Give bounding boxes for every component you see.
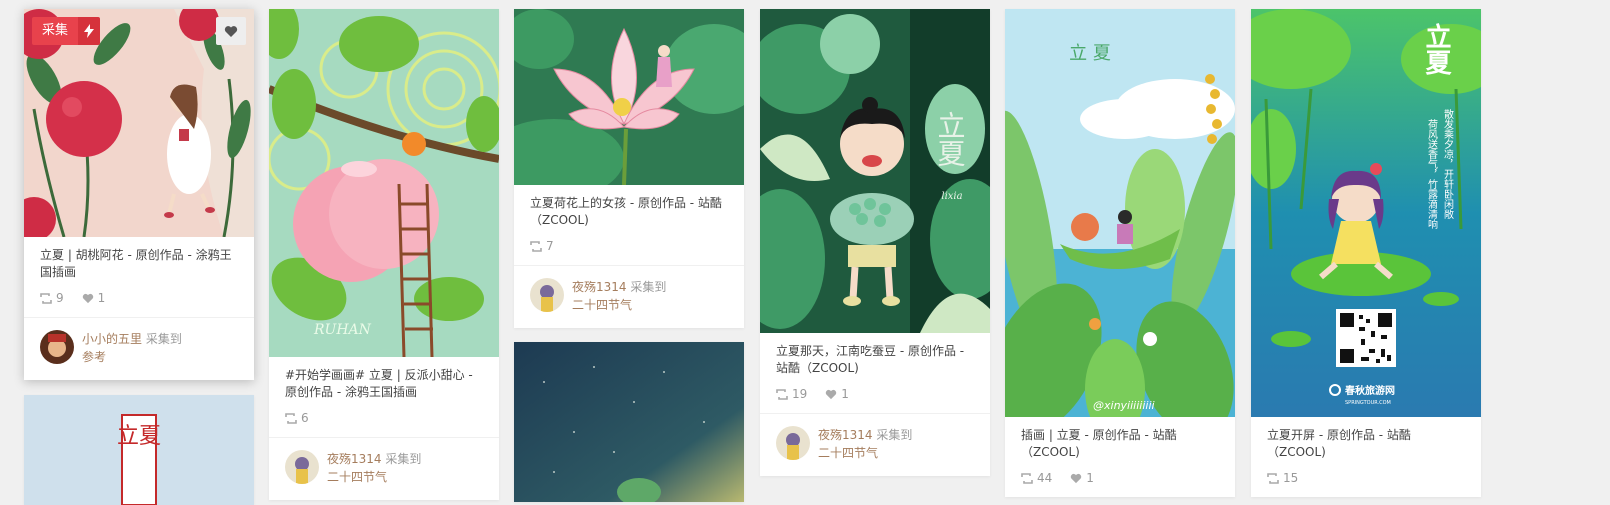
bolt-icon [78,17,101,45]
illustration: RUHAN [269,9,499,357]
pin-stats: 6 [269,401,499,437]
pin-user[interactable]: 夜殇1314 [818,428,873,442]
avatar[interactable] [776,426,810,460]
pin-image[interactable] [514,342,744,502]
repin-count: 6 [301,411,309,425]
pin-board[interactable]: 参考 [82,348,182,366]
pin-verb: 采集到 [630,280,667,294]
illustration: 立 夏 @xinyiiiiiiiii [1005,9,1235,417]
repin-count: 44 [1037,471,1053,485]
pin-title[interactable]: 插画 | 立夏 - 原创作品 - 站酷（ZCOOL) [1005,417,1235,461]
pin-stats: 44 1 [1005,461,1235,497]
art-brand-sub: SPRINGTOUR.COM [1345,400,1391,406]
pin-card[interactable]: 立夏荷花上的女孩 - 原创作品 - 站酷（ZCOOL) 7 夜殇1314 采集到… [514,9,744,328]
art-poem-line: 散发乘夕凉，开轩卧闲敞 [1442,108,1454,220]
illustration: 立夏 散发乘夕凉，开轩卧闲敞 荷风送香气，竹露滴清响 春秋旅游网 SPRINGT… [1251,9,1481,417]
art-lixia-top: 立夏 [117,424,161,449]
collect-button[interactable]: 采集 [32,17,101,45]
pin-stats: 19 1 [760,377,990,413]
like-button[interactable] [216,17,246,45]
art-lixia: 立夏 [934,111,967,167]
repin-icon [40,292,52,304]
heart-icon [224,25,238,37]
repin-icon [1021,472,1033,484]
pin-image[interactable]: 立 夏 @xinyiiiiiiiii [1005,9,1235,417]
pin-image[interactable]: 立夏 lixia [760,9,990,333]
pin-board[interactable]: 二十四节气 [572,296,666,314]
pin-card[interactable] [514,342,744,502]
heart-icon [1070,473,1082,484]
pin-image[interactable]: RUHAN [269,9,499,357]
heart-icon [82,293,94,304]
pin-via: 夜殇1314 采集到 二十四节气 [514,265,744,328]
pin-title[interactable]: 立夏开屏 - 原创作品 - 站酷（ZCOOL) [1251,417,1481,461]
pin-verb: 采集到 [385,452,422,466]
pin-stats: 9 1 [24,281,254,317]
pin-title[interactable]: 立夏荷花上的女孩 - 原创作品 - 站酷（ZCOOL) [514,185,744,229]
pin-stats: 7 [514,229,744,265]
repin-icon [285,412,297,424]
art-brand: 春秋旅游网 [1345,384,1395,397]
illustration: 立夏 lixia [760,9,990,333]
pin-via: 小小的五里 采集到 参考 [24,317,254,380]
pin-title[interactable]: 立夏 | 胡桃阿花 - 原创作品 - 涂鸦王国插画 [24,237,254,281]
pin-user[interactable]: 小小的五里 [82,332,142,346]
avatar[interactable] [40,330,74,364]
heart-icon [825,389,837,400]
like-count: 1 [1086,471,1094,485]
repin-count: 19 [792,387,808,401]
pin-via: 夜殇1314 采集到 二十四节气 [269,437,499,500]
illustration [514,342,744,502]
pin-user[interactable]: 夜殇1314 [327,452,382,466]
repin-count: 7 [546,239,554,253]
pin-card[interactable]: 立夏 [24,395,254,505]
avatar[interactable] [285,450,319,484]
illustration [514,9,744,185]
pin-title[interactable]: #开始学画画# 立夏 | 反派小甜心 - 原创作品 - 涂鸦王国插画 [269,357,499,401]
pin-stats: 15 [1251,461,1481,497]
pin-verb: 采集到 [876,428,913,442]
pin-card[interactable]: 立夏 散发乘夕凉，开轩卧闲敞 荷风送香气，竹露滴清响 春秋旅游网 SPRINGT… [1251,9,1481,497]
like-count: 1 [97,291,106,305]
avatar[interactable] [530,278,564,312]
pin-card[interactable]: RUHAN #开始学画画# 立夏 | 反派小甜心 - 原创作品 - 涂鸦王国插画… [269,9,499,500]
art-lixia: 立 夏 [1069,43,1111,64]
pin-image[interactable]: 立夏 散发乘夕凉，开轩卧闲敞 荷风送香气，竹露滴清响 春秋旅游网 SPRINGT… [1251,9,1481,417]
repin-count: 15 [1283,471,1299,485]
repin-count: 9 [56,291,64,305]
repin-icon [776,388,788,400]
pin-user[interactable]: 夜殇1314 [572,280,627,294]
repin-icon [1267,472,1279,484]
pin-image[interactable] [514,9,744,185]
art-poem-line: 荷风送香气，竹露滴清响 [1426,119,1438,230]
art-lixia: 立夏 [1421,22,1451,76]
art-signature: lixia [941,191,962,202]
pin-title[interactable]: 立夏那天，江南吃蚕豆 - 原创作品 - 站酷（ZCOOL) [760,333,990,377]
collect-label: 采集 [32,17,79,45]
repin-icon [530,240,542,252]
pin-card[interactable]: 立夏 lixia 立夏那天，江南吃蚕豆 - 原创作品 - 站酷（ZCOOL) 1… [760,9,990,476]
illustration: 立夏 [24,395,254,505]
pin-verb: 采集到 [145,332,182,346]
qr-code [1336,309,1396,367]
pin-image[interactable]: 立夏 [24,395,254,505]
pin-board[interactable]: 二十四节气 [327,468,421,486]
pin-card[interactable]: 采集 立夏 | 胡桃阿花 - 原创作品 - 涂鸦王国插画 9 1 小小的五里 采… [24,9,254,380]
pin-image[interactable]: 采集 [24,9,254,237]
pin-board[interactable]: 二十四节气 [818,444,912,462]
pin-via: 夜殇1314 采集到 二十四节气 [760,413,990,476]
art-signature: @xinyiiiiiiiii [1093,399,1155,412]
art-signature: RUHAN [313,322,372,338]
pin-card[interactable]: 立 夏 @xinyiiiiiiiii 插画 | 立夏 - 原创作品 - 站酷（Z… [1005,9,1235,497]
like-count: 1 [841,387,849,401]
